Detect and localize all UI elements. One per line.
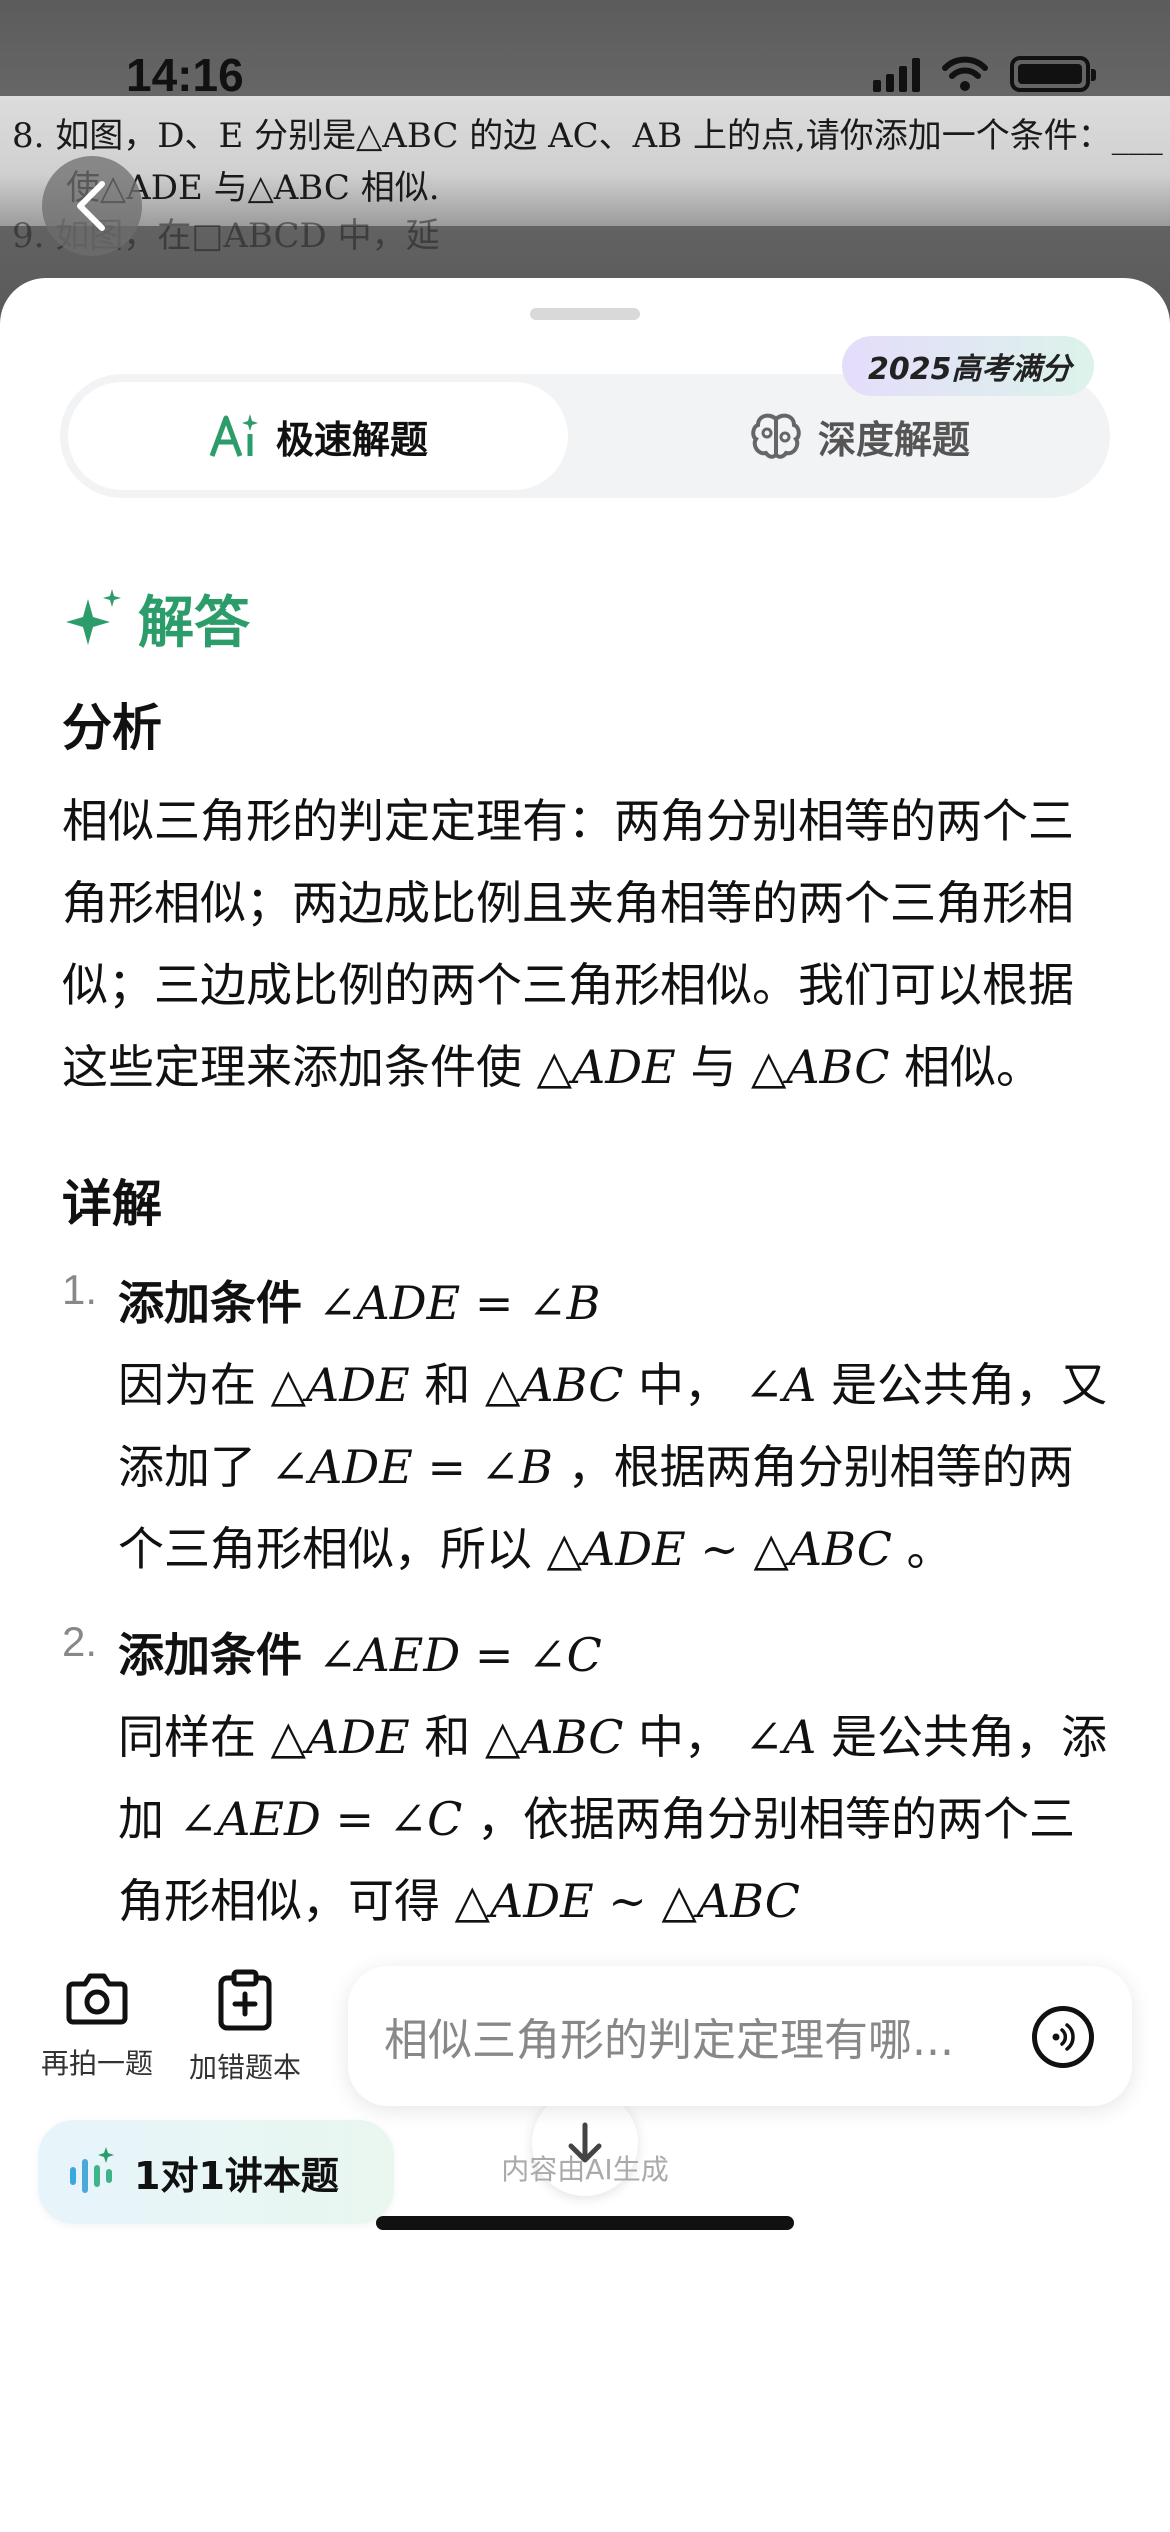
home-indicator[interactable] [376, 2216, 794, 2230]
item-math: △ADE ∼ △ABC [454, 1874, 800, 1928]
answer-sheet: 极速解题 深度解题 2025高考满分 解答 分析 相似三角形的判定定理有：两角分… [0, 278, 1170, 2532]
signal-icon [873, 58, 920, 92]
battery-icon [1010, 56, 1096, 92]
ask-input-placeholder: 相似三角形的判定定理有哪... [384, 2015, 954, 2066]
chevron-left-icon [77, 181, 105, 231]
sheet-grabber[interactable] [530, 308, 640, 320]
detail-item-body: 同样在 △ADE 和 △ABC 中， ∠A 是公共角，添加 ∠AED = ∠C … [118, 1696, 1112, 1942]
item-math: ∠ADE = ∠B [270, 1440, 553, 1494]
wrongbook-label: 加错题本 [188, 2051, 301, 2084]
status-time: 14:16 [126, 49, 244, 101]
item-text: 和 [424, 1710, 471, 1764]
photo-question-line-1: 8. 如图，D、E 分别是△ABC 的边 AC、AB 上的点,请你添加一个条件：… [12, 116, 1163, 156]
detail-item-title: 添加条件 ∠AED = ∠C [118, 1614, 1112, 1696]
tab-deep-solve[interactable]: 深度解题 [620, 382, 1100, 490]
detail-heading: 详解 [62, 1175, 162, 1233]
analysis-heading: 分析 [62, 699, 162, 757]
item-math: △ABC [484, 1358, 624, 1412]
item-math: △ADE [270, 1358, 410, 1412]
status-bar: 14:16 [0, 40, 1170, 110]
item-title-math: ∠AED = ∠C [318, 1628, 602, 1682]
sparkle-icon [66, 588, 121, 645]
detail-item-2: 2. 添加条件 ∠AED = ∠C 同样在 △ADE 和 △ABC 中， ∠A … [62, 1614, 1112, 1942]
item-text: 中， [638, 1710, 731, 1764]
analysis-math-abc: △ABC [750, 1040, 890, 1094]
item-math: ∠AED = ∠C [178, 1792, 463, 1846]
retake-photo-button[interactable]: 再拍一题 [22, 1968, 172, 2082]
wifi-icon [942, 56, 988, 91]
item-math: ∠A [744, 1358, 817, 1412]
item-title-math: ∠ADE = ∠B [318, 1276, 601, 1330]
item-text: 。 [906, 1522, 953, 1576]
ai-icon [209, 414, 258, 457]
detail-list: 1. 添加条件 ∠ADE = ∠B 因为在 △ADE 和 △ABC 中， ∠A … [62, 1262, 1112, 1942]
back-button[interactable] [42, 156, 142, 256]
analysis-paragraph: 相似三角形的判定定理有：两角分别相等的两个三角形相似；两边成比例且夹角相等的两个… [62, 780, 1112, 1108]
item-text: 因为在 [118, 1358, 256, 1412]
tab-fast-solve[interactable]: 极速解题 [68, 382, 568, 490]
ai-generated-note: 内容由AI生成 [501, 2153, 669, 2186]
clipboard-add-icon [218, 1969, 272, 2031]
item-text: 和 [424, 1358, 471, 1412]
exam-badge: 2025高考满分 [842, 336, 1094, 396]
tab-fast-label: 极速解题 [275, 417, 428, 462]
voice-input-button[interactable] [1032, 2006, 1094, 2068]
tab-deep-label: 深度解题 [817, 417, 970, 462]
item-math: ∠A [744, 1710, 817, 1764]
analysis-text-3: 相似。 [904, 1040, 1043, 1094]
section-title-text: 解答 [138, 591, 250, 656]
detail-item-number: 2. [62, 1618, 98, 1665]
add-to-wrongbook-button[interactable]: 加错题本 [170, 1968, 320, 2086]
analysis-text-2: 与 [690, 1040, 737, 1094]
detail-item-title: 添加条件 ∠ADE = ∠B [118, 1262, 1112, 1344]
ask-question-input[interactable]: 相似三角形的判定定理有哪... [348, 1966, 1132, 2106]
answer-section-title: 解答 [62, 578, 250, 659]
camera-icon [66, 1973, 128, 2025]
item-math: △ABC [484, 1710, 624, 1764]
item-text: 同样在 [118, 1710, 256, 1764]
item-math: △ADE ∼ △ABC [546, 1522, 892, 1576]
answer-content: 分析 相似三角形的判定定理有：两角分别相等的两个三角形相似；两边成比例且夹角相等… [62, 688, 1112, 1966]
sound-wave-icon [1052, 2023, 1075, 2051]
brain-icon [751, 413, 801, 459]
status-icons [873, 56, 1096, 92]
item-title-text: 添加条件 [118, 1276, 302, 1330]
retake-label: 再拍一题 [40, 2047, 153, 2080]
item-math: △ADE [270, 1710, 410, 1764]
item-title-text: 添加条件 [118, 1628, 302, 1682]
detail-item-body: 因为在 △ADE 和 △ABC 中， ∠A 是公共角，又添加了 ∠ADE = ∠… [118, 1344, 1112, 1590]
detail-item-number: 1. [62, 1266, 98, 1313]
item-text: 中， [638, 1358, 731, 1412]
detail-item-1: 1. 添加条件 ∠ADE = ∠B 因为在 △ADE 和 △ABC 中， ∠A … [62, 1262, 1112, 1590]
analysis-math-ade: △ADE [536, 1040, 676, 1094]
